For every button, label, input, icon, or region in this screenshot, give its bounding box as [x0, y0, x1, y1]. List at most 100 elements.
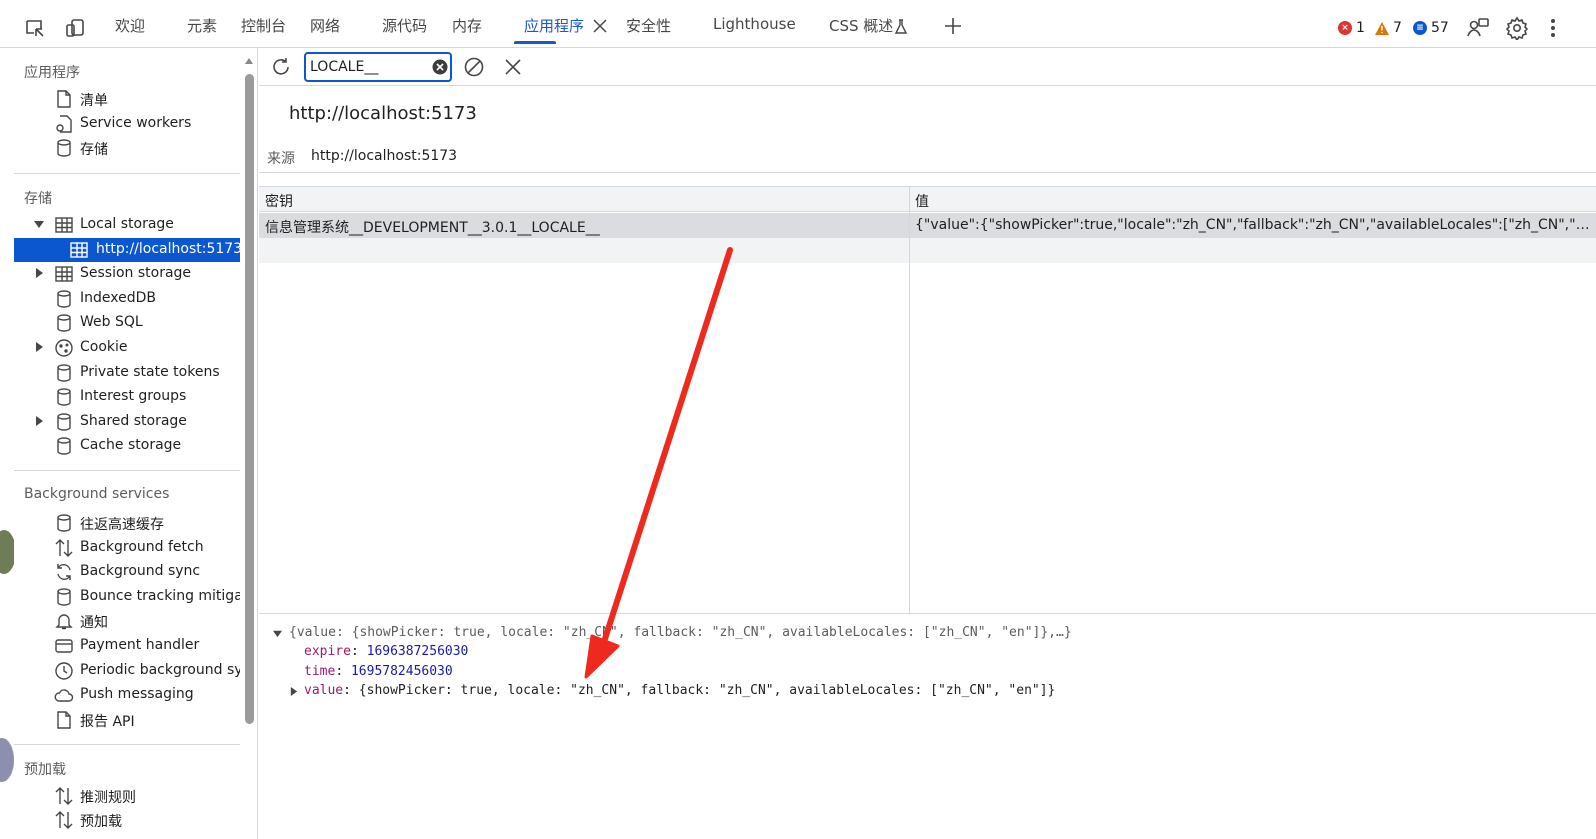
file-icon [57, 90, 71, 108]
sidebar-item-service-workers[interactable]: Service workers [14, 112, 240, 136]
sidebar-item-label: Shared storage [80, 413, 187, 429]
sidebar-item-push-messaging[interactable]: Push messaging [14, 683, 240, 707]
sidebar-item-manifest[interactable]: 清单 [14, 87, 240, 111]
tab-lighthouse[interactable]: Lighthouse [713, 15, 796, 48]
device-toolbar-icon[interactable] [64, 17, 86, 39]
tab-security[interactable]: 安全性 [626, 15, 671, 48]
sidebar-item-label: Push messaging [80, 686, 194, 702]
column-header-value[interactable]: 值 [915, 191, 929, 211]
delete-selected-icon[interactable] [502, 56, 524, 78]
sidebar-item-periodic-sync[interactable]: Periodic background syn [14, 659, 240, 683]
tab-memory[interactable]: 内存 [452, 15, 482, 48]
storage-toolbar [259, 48, 1596, 86]
bell-icon [55, 614, 73, 630]
sidebar-item-background-fetch[interactable]: Background fetch [14, 536, 240, 560]
sidebar-item-cookie[interactable]: Cookie [14, 336, 240, 360]
section-divider [14, 744, 240, 745]
sidebar-item-speculation-rules[interactable]: 推测规则 [14, 784, 240, 808]
sidebar-item-local-storage[interactable]: Local storage [14, 213, 240, 237]
table-cell-value[interactable]: {"value":{"showPicker":true,"locale":"zh… [915, 217, 1591, 233]
table-header: 密钥 值 [259, 187, 1596, 212]
sidebar-item-label: 存储 [80, 142, 108, 158]
card-icon [55, 639, 73, 653]
sidebar-item-reporting-api[interactable]: 报告 API [14, 708, 240, 732]
tab-console[interactable]: 控制台 [241, 15, 286, 48]
collapsed-triangle-icon[interactable] [34, 268, 44, 278]
sidebar-item-label: Cache storage [80, 437, 182, 453]
tab-welcome[interactable]: 欢迎 [115, 15, 145, 48]
sidebar-item-indexeddb[interactable]: IndexedDB [14, 287, 240, 311]
sidebar-item-back-forward-cache[interactable]: 往返高速缓存 [14, 511, 240, 535]
sidebar-item-web-sql[interactable]: Web SQL [14, 311, 240, 335]
database-icon [57, 364, 71, 382]
add-tab-icon[interactable] [943, 16, 963, 36]
preview-value-row[interactable]: value: {showPicker: true, locale: "zh_CN… [304, 683, 1055, 698]
customize-issues-icon[interactable] [1466, 16, 1490, 40]
sidebar-item-background-sync[interactable]: Background sync [14, 560, 240, 584]
sidebar-item-cache-storage[interactable]: Cache storage [14, 434, 240, 458]
refresh-icon[interactable] [270, 56, 292, 78]
storage-table: 密钥 值 信息管理系统__DEVELOPMENT__3.0.1__LOCALE_… [259, 186, 1596, 615]
up-down-arrows-icon [55, 539, 73, 557]
sidebar-item-private-state-tokens[interactable]: Private state tokens [14, 361, 240, 385]
sidebar-item-payment-handler[interactable]: Payment handler [14, 634, 240, 658]
sidebar-item-preloads[interactable]: 预加载 [14, 808, 240, 832]
expanded-triangle-icon[interactable] [34, 219, 44, 229]
error-icon: × [1338, 21, 1352, 35]
filter-input[interactable] [310, 57, 428, 77]
table-row[interactable]: 信息管理系统__DEVELOPMENT__3.0.1__LOCALE__ {"v… [259, 213, 1596, 238]
storage-main-panel: http://localhost:5173 来源 http://localhos… [259, 48, 1596, 839]
settings-gear-icon[interactable] [1505, 16, 1529, 40]
sidebar-item-label: Web SQL [80, 314, 143, 330]
more-options-icon[interactable] [1542, 16, 1564, 40]
tab-elements[interactable]: 元素 [187, 15, 217, 48]
collapsed-triangle-icon[interactable] [34, 342, 44, 352]
close-tab-icon[interactable] [592, 17, 608, 35]
preview-summary[interactable]: {value: {showPicker: true, locale: "zh_C… [289, 625, 1072, 640]
error-count[interactable]: × 1 [1338, 20, 1365, 36]
expanded-triangle-icon[interactable] [273, 629, 282, 638]
devtools-tab-bar: 欢迎 元素 控制台 网络 源代码 内存 应用程序 安全性 Lighthouse … [0, 0, 1596, 48]
error-count-value: 1 [1356, 20, 1365, 36]
cloud-icon [54, 689, 74, 702]
sidebar-item-session-storage[interactable]: Session storage [14, 262, 240, 286]
sidebar-item-notifications[interactable]: 通知 [14, 609, 240, 633]
sidebar-item-storage[interactable]: 存储 [14, 136, 240, 160]
sidebar-item-label: Periodic background syn [80, 662, 240, 678]
inspect-element-icon[interactable] [24, 17, 46, 39]
sidebar-scrollbar-thumb[interactable] [245, 74, 254, 724]
sidebar-item-label: 预加载 [80, 814, 122, 830]
experimental-flask-icon [895, 19, 907, 34]
clear-all-icon[interactable] [463, 56, 485, 78]
sidebar-item-shared-storage[interactable]: Shared storage [14, 410, 240, 434]
warning-count[interactable]: 7 [1375, 20, 1402, 36]
clear-filter-icon[interactable] [432, 59, 448, 75]
database-icon [57, 588, 71, 606]
tab-network[interactable]: 网络 [310, 15, 340, 48]
table-row-empty[interactable] [259, 238, 1596, 263]
tab-application[interactable]: 应用程序 [513, 15, 584, 48]
column-divider[interactable] [909, 187, 910, 615]
sync-icon [57, 564, 71, 580]
message-count[interactable]: ≡ 57 [1413, 20, 1449, 36]
tab-css-overview[interactable]: CSS 概述 [829, 15, 893, 48]
collapsed-triangle-icon[interactable] [34, 416, 44, 426]
sidebar-item-localhost-origin[interactable]: http://localhost:5173 [14, 238, 240, 262]
warning-count-value: 7 [1393, 20, 1402, 36]
sidebar-item-label: http://localhost:5173 [96, 241, 240, 257]
sidebar-item-interest-groups[interactable]: Interest groups [14, 385, 240, 409]
table-cell-key[interactable]: 信息管理系统__DEVELOPMENT__3.0.1__LOCALE__ [265, 217, 600, 237]
sidebar-item-label: Private state tokens [80, 364, 220, 380]
scroll-up-arrow-icon[interactable] [245, 58, 253, 64]
database-icon [57, 139, 71, 157]
sidebar-item-label: IndexedDB [80, 290, 156, 306]
collapsed-triangle-icon[interactable] [289, 687, 298, 696]
sidebar-item-label: 推测规则 [80, 790, 136, 806]
sidebar-item-bounce-tracking[interactable]: Bounce tracking mitigati [14, 585, 240, 609]
preview-value: {showPicker: true, locale: "zh_CN", fall… [358, 683, 1056, 698]
tab-sources[interactable]: 源代码 [382, 15, 427, 48]
column-header-key[interactable]: 密钥 [265, 191, 293, 211]
sidebar-item-label: Cookie [80, 339, 128, 355]
section-title-storage: 存储 [24, 191, 52, 207]
sidebar-item-label: Session storage [80, 265, 192, 281]
